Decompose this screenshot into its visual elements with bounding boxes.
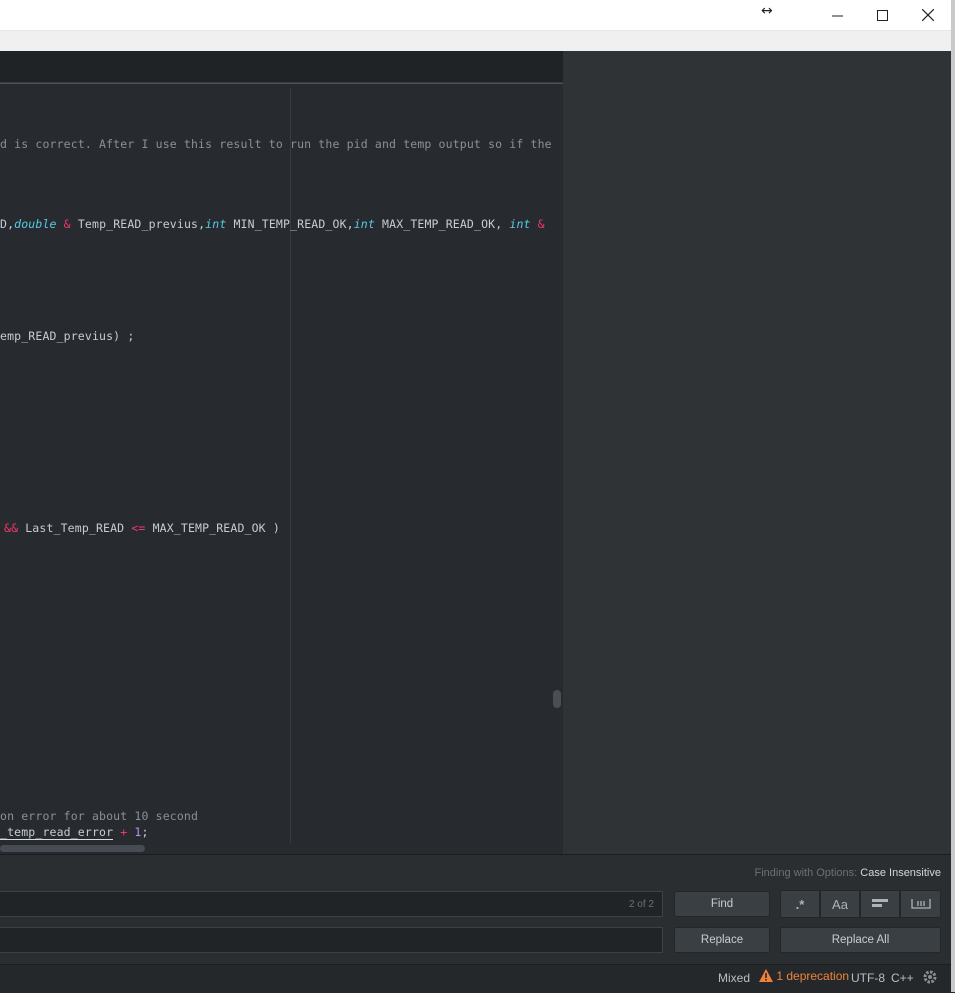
grammar-indicator[interactable]: C++ <box>891 971 914 985</box>
settings-gear-icon[interactable] <box>922 969 938 988</box>
code-line-condition: && Last_Temp_READ <= MAX_TEMP_READ_OK ) <box>4 521 280 535</box>
side-pane <box>563 51 951 854</box>
selection-icon <box>872 899 888 907</box>
menu-bar <box>0 31 951 51</box>
regex-toggle[interactable]: .* <box>780 890 820 918</box>
only-in-selection-toggle[interactable] <box>860 890 900 918</box>
window-border <box>951 0 955 992</box>
code-editor[interactable]: d is correct. After I use this result to… <box>0 84 563 854</box>
code-line-increment: _temp_read_error + 1; <box>0 825 149 840</box>
close-icon <box>921 9 934 21</box>
replace-button[interactable]: Replace <box>674 927 770 953</box>
replace-all-button[interactable]: Replace All <box>780 927 941 953</box>
code-line-comment-error: on error for about 10 second <box>0 809 199 823</box>
code-line-previous: emp_READ_previus) ; <box>0 329 135 343</box>
whole-word-toggle[interactable] <box>900 890 941 918</box>
regex-icon: .* <box>795 896 805 912</box>
match-case-toggle[interactable]: Aa <box>820 890 860 918</box>
replace-input[interactable] <box>0 927 663 953</box>
find-button[interactable]: Find <box>674 891 770 917</box>
warning-icon <box>759 969 773 982</box>
minimize-button[interactable] <box>815 0 860 30</box>
line-ending-indicator[interactable]: Mixed <box>718 971 750 985</box>
horizontal-scrollbar[interactable] <box>0 845 145 852</box>
resize-horizontal-icon[interactable]: ↔ <box>761 3 773 19</box>
find-result-highlight: _temp_read_error <box>0 825 114 840</box>
deprecation-indicator[interactable]: 1 deprecation <box>759 969 849 983</box>
status-bar: Mixed 1 deprecation UTF-8 C++ <box>0 964 951 993</box>
match-case-icon: Aa <box>832 896 848 912</box>
vertical-scrollbar-thumb[interactable] <box>553 690 561 708</box>
minimize-icon <box>832 15 843 16</box>
encoding-indicator[interactable]: UTF-8 <box>851 971 885 985</box>
find-result-count: 2 of 2 <box>628 899 654 910</box>
title-bar: ↔ <box>0 0 955 31</box>
find-input[interactable]: 2 of 2 <box>0 891 663 917</box>
maximize-icon <box>877 9 888 21</box>
maximize-button[interactable] <box>860 0 905 30</box>
wrap-guide <box>290 88 291 844</box>
tab-bar <box>0 51 563 84</box>
find-options-label: Finding with Options: Case Insensitive <box>754 867 942 879</box>
code-line-signature: D,double & Temp_READ_previus,int MIN_TEM… <box>0 217 545 231</box>
close-button[interactable] <box>905 0 950 30</box>
code-line-comment: d is correct. After I use this result to… <box>0 137 552 151</box>
whole-word-icon <box>910 899 931 909</box>
